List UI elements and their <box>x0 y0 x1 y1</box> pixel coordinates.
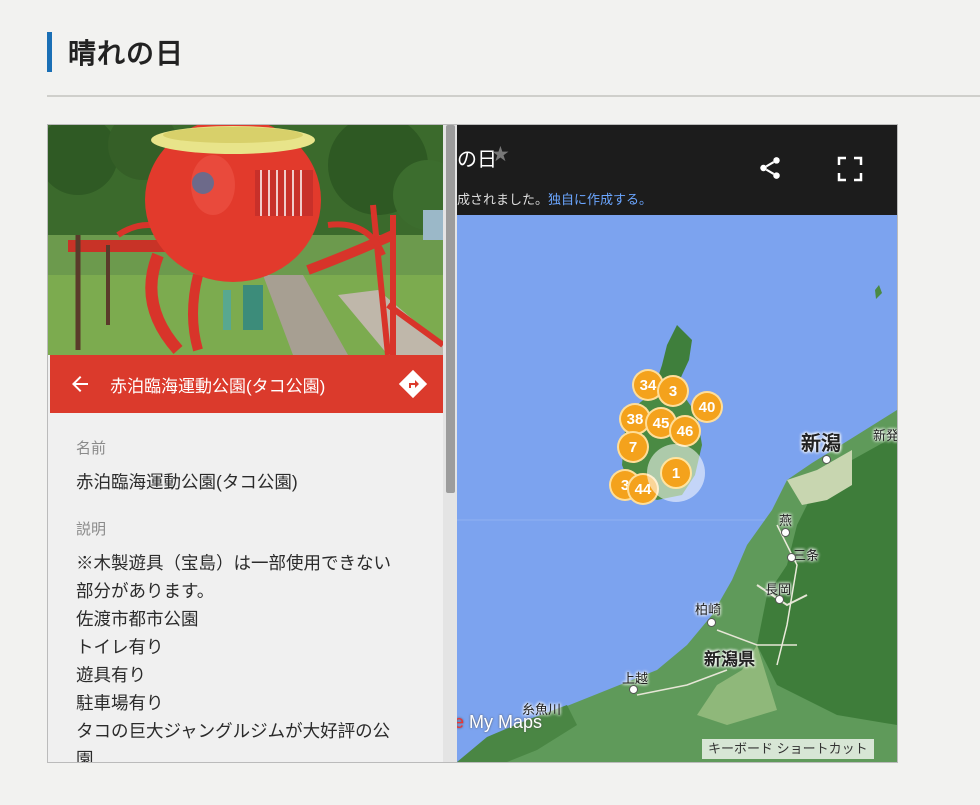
description-line: 部分があります。 <box>76 581 215 601</box>
embedded-map-widget: 赤泊臨海運動公園(タコ公園) 名前 赤泊臨海運動公園(タコ公園) 説明 ※木製遊… <box>47 124 898 763</box>
keyboard-shortcuts-link[interactable]: キーボード ショートカット <box>702 739 874 759</box>
map-label-tsubame: 燕 <box>779 513 793 528</box>
description-line: 遊具有り <box>76 665 146 685</box>
map-label-shinhatsu: 新発 <box>873 428 897 443</box>
place-title-bar: 赤泊臨海運動公園(タコ公園) <box>50 355 443 413</box>
share-icon <box>760 157 780 179</box>
place-title: 赤泊臨海運動公園(タコ公園) <box>110 376 326 396</box>
city-dot <box>781 528 790 537</box>
place-info-panel: 赤泊臨海運動公園(タコ公園) 名前 赤泊臨海運動公園(タコ公園) 説明 ※木製遊… <box>48 125 443 762</box>
city-dot <box>707 618 716 627</box>
heading-divider <box>47 95 980 97</box>
my-maps-logo-text: My Maps <box>469 712 543 732</box>
create-own-link[interactable]: 独自に作成する。 <box>548 192 652 207</box>
description-line: ※木製遊具（宝島）は一部使用できない <box>76 553 391 573</box>
panel-scrollbar-thumb[interactable] <box>446 125 455 493</box>
directions-button[interactable] <box>383 355 443 413</box>
directions-icon <box>398 369 428 399</box>
heading-accent-bar <box>47 32 52 72</box>
arrow-left-icon <box>72 376 88 392</box>
map-label-niigata-prefecture: 新潟県 <box>704 650 755 669</box>
page-title: 晴れの日 <box>68 37 185 70</box>
city-dot <box>775 595 784 604</box>
description-line: 園 <box>76 749 94 762</box>
share-button[interactable] <box>757 155 783 181</box>
map-label-sanjo: 三条 <box>793 548 820 563</box>
place-details: 名前 赤泊臨海運動公園(タコ公園) 説明 ※木製遊具（宝島）は一部使用できない … <box>76 437 426 762</box>
my-maps-logo[interactable]: e My Maps <box>457 712 542 733</box>
description-line: トイレ有り <box>76 637 164 657</box>
marker-cluster[interactable]: 7 <box>617 431 649 463</box>
map-notice-text: 成されました。 <box>457 192 549 207</box>
marker-cluster[interactable]: 40 <box>691 391 723 423</box>
map-notice: 成されました。独自に作成する。 <box>457 189 652 208</box>
map-label-niigata-city: 新潟 <box>801 433 841 455</box>
page-heading: 晴れの日 <box>47 32 184 72</box>
marker-cluster[interactable]: 3 <box>657 375 689 407</box>
city-dot <box>787 553 796 562</box>
marker-cluster[interactable]: 46 <box>669 415 701 447</box>
star-icon[interactable]: ★ <box>491 142 510 166</box>
map-label-kashiwazaki: 柏崎 <box>695 602 722 617</box>
fullscreen-icon <box>837 156 863 182</box>
description-line: 佐渡市都市公園 <box>76 609 199 629</box>
fullscreen-button[interactable] <box>837 156 863 182</box>
selected-marker-count: 1 <box>660 457 692 489</box>
map-canvas[interactable]: の日 ★ 成されました。独自に作成する。 34 3 38 45 40 46 7 … <box>457 125 897 762</box>
back-button[interactable] <box>50 355 110 413</box>
map-label-joetsu: 上越 <box>622 671 649 686</box>
name-value: 赤泊臨海運動公園(タコ公園) <box>76 472 298 492</box>
selected-marker[interactable]: 1 <box>647 444 705 502</box>
city-dot <box>822 455 831 464</box>
description-line: タコの巨大ジャングルジムが大好評の公 <box>76 721 391 741</box>
city-dot <box>629 685 638 694</box>
my-maps-logo-prefix: e <box>457 712 464 732</box>
name-label: 名前 <box>76 440 107 457</box>
description-value: ※木製遊具（宝島）は一部使用できない 部分があります。 佐渡市都市公園 トイレ有… <box>76 549 426 762</box>
place-photo[interactable] <box>48 125 443 355</box>
description-label: 説明 <box>76 521 107 538</box>
description-line: 駐車場有り <box>76 693 164 713</box>
